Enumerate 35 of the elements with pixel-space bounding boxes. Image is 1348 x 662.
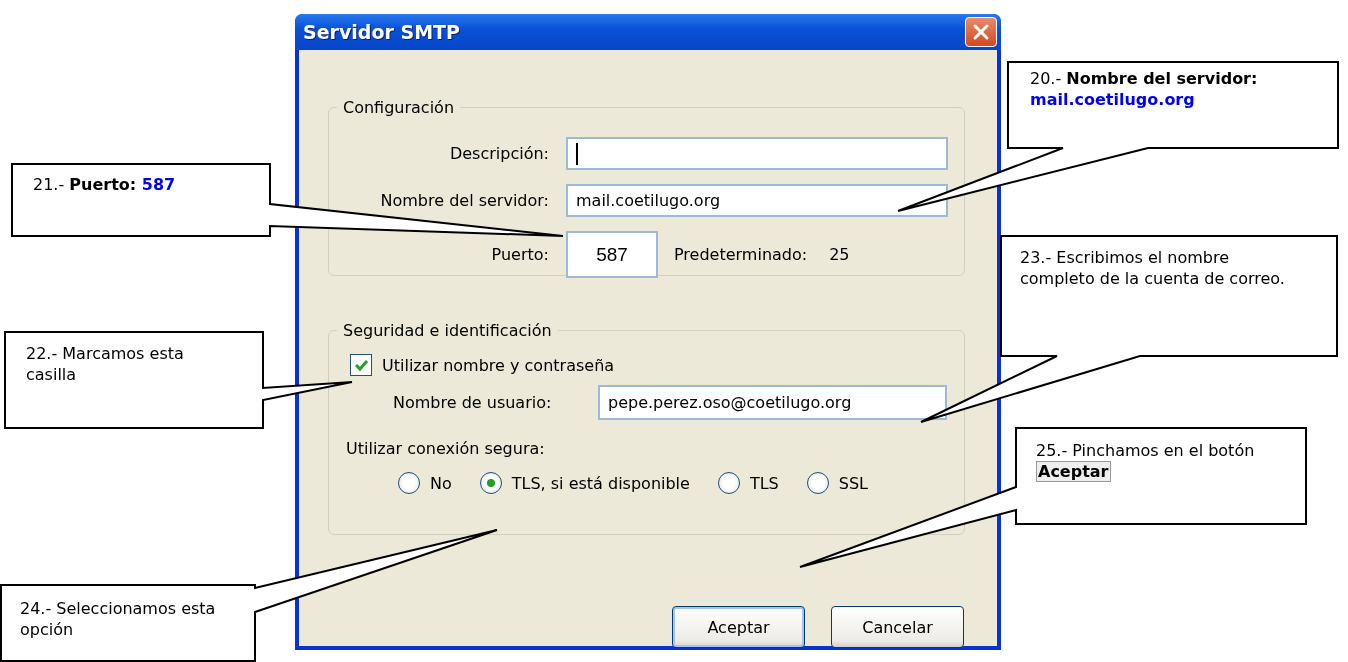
- callout-text: 23.- Escribimos el nombre completo de la cuenta de correo.: [1020, 247, 1286, 289]
- callout-text: 22.- Marcamos esta casilla: [26, 343, 185, 385]
- input-field[interactable]: [566, 137, 948, 170]
- checkbox-label[interactable]: Utilizar nombre y contraseña: [382, 355, 615, 375]
- field-label: Puerto:: [490, 245, 549, 264]
- close-icon: [972, 23, 990, 41]
- callout-text: 21.- Puerto: 587: [33, 174, 177, 195]
- check-icon: [353, 358, 369, 372]
- radio-label[interactable]: No: [430, 473, 452, 493]
- input-field[interactable]: mail.coetilugo.org: [566, 184, 948, 217]
- callout-text: 20.- Nombre del servidor: mail.coetilugo.org: [1030, 68, 1259, 110]
- callout-text: 24.- Seleccionamos esta opción: [20, 598, 217, 640]
- close-button[interactable]: [965, 17, 997, 47]
- field-label: Descripción:: [448, 144, 549, 163]
- port-field[interactable]: 587: [566, 231, 658, 278]
- radio-label[interactable]: SSL: [838, 473, 868, 493]
- group-label: Seguridad e identificación: [342, 321, 553, 340]
- callout-text: 25.- Pinchamos en el botón Aceptar: [1036, 440, 1256, 482]
- radio-label[interactable]: TLS: [749, 473, 779, 493]
- secure-connection-label: Utilizar conexión segura:: [346, 439, 546, 458]
- field-label: Nombre del servidor:: [379, 191, 549, 210]
- radio-button[interactable]: [806, 472, 829, 494]
- radio-button[interactable]: [398, 472, 420, 494]
- radio-button[interactable]: [717, 472, 740, 494]
- radio-label[interactable]: TLS, si está disponible: [511, 473, 690, 493]
- window-title: Servidor SMTP: [303, 21, 460, 43]
- accept-button[interactable]: Aceptar: [672, 606, 805, 648]
- default-port-value: 25: [829, 245, 850, 264]
- default-port-label: Predeterminado:: [674, 245, 808, 264]
- cancel-button[interactable]: Cancelar: [831, 606, 964, 648]
- radio-button[interactable]: [479, 472, 502, 494]
- username-field[interactable]: pepe.perez.oso@coetilugo.org: [598, 385, 947, 420]
- checkbox[interactable]: [350, 354, 372, 376]
- group-label: Configuración: [342, 98, 456, 117]
- field-label: Nombre de usuario:: [393, 393, 553, 412]
